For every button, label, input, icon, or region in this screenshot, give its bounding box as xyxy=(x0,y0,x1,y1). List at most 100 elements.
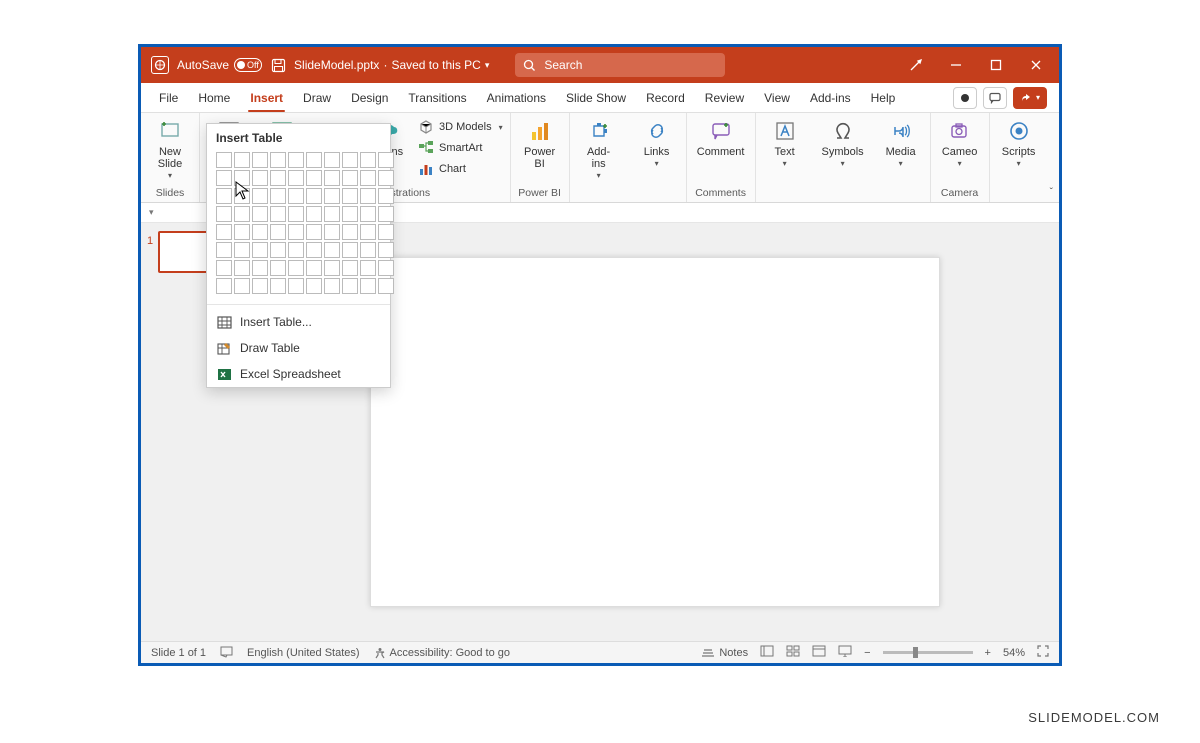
grid-cell[interactable] xyxy=(216,224,232,240)
grid-cell[interactable] xyxy=(306,224,322,240)
grid-cell[interactable] xyxy=(360,224,376,240)
grid-cell[interactable] xyxy=(324,278,340,294)
grid-cell[interactable] xyxy=(378,278,394,294)
save-icon[interactable] xyxy=(270,57,286,73)
grid-cell[interactable] xyxy=(324,170,340,186)
grid-cell[interactable] xyxy=(234,242,250,258)
tab-view[interactable]: View xyxy=(754,83,800,112)
grid-cell[interactable] xyxy=(252,206,268,222)
grid-cell[interactable] xyxy=(306,278,322,294)
chart-button[interactable]: Chart xyxy=(416,160,505,178)
grid-cell[interactable] xyxy=(252,188,268,204)
grid-cell[interactable] xyxy=(216,260,232,276)
grid-cell[interactable] xyxy=(378,170,394,186)
cameo-button[interactable]: Cameo▾ xyxy=(936,116,984,169)
grid-cell[interactable] xyxy=(252,224,268,240)
scripts-button[interactable]: Scripts▾ xyxy=(995,116,1043,169)
tab-help[interactable]: Help xyxy=(861,83,906,112)
grid-cell[interactable] xyxy=(252,278,268,294)
grid-cell[interactable] xyxy=(288,242,304,258)
grid-cell[interactable] xyxy=(270,224,286,240)
sorter-view-button[interactable] xyxy=(786,645,800,660)
grid-cell[interactable] xyxy=(234,260,250,276)
tab-animations[interactable]: Animations xyxy=(477,83,556,112)
zoom-slider[interactable] xyxy=(883,651,973,654)
grid-cell[interactable] xyxy=(252,170,268,186)
draw-table-menuitem[interactable]: Draw Table xyxy=(207,335,390,361)
new-slide-button[interactable]: New Slide▾ xyxy=(146,116,194,181)
grid-cell[interactable] xyxy=(270,170,286,186)
slideshow-view-button[interactable] xyxy=(838,645,852,660)
expand-button[interactable]: ▾ xyxy=(149,207,154,218)
insert-table-menuitem[interactable]: Insert Table... xyxy=(207,309,390,335)
grid-cell[interactable] xyxy=(342,188,358,204)
grid-cell[interactable] xyxy=(378,260,394,276)
grid-cell[interactable] xyxy=(252,260,268,276)
grid-cell[interactable] xyxy=(252,242,268,258)
fit-to-window-button[interactable] xyxy=(1037,645,1049,660)
grid-cell[interactable] xyxy=(252,152,268,168)
slide-canvas[interactable] xyxy=(370,257,940,607)
maximize-button[interactable] xyxy=(987,56,1005,74)
grid-cell[interactable] xyxy=(216,188,232,204)
grid-cell[interactable] xyxy=(270,152,286,168)
grid-cell[interactable] xyxy=(342,170,358,186)
grid-cell[interactable] xyxy=(342,278,358,294)
tryit-icon[interactable] xyxy=(907,56,925,74)
normal-view-button[interactable] xyxy=(760,645,774,660)
grid-cell[interactable] xyxy=(270,188,286,204)
share-button[interactable]: ▾ xyxy=(1013,87,1047,109)
power-bi-button[interactable]: Power BI xyxy=(516,116,564,170)
grid-cell[interactable] xyxy=(360,188,376,204)
accessibility-status[interactable]: Accessibility: Good to go xyxy=(374,647,510,659)
grid-cell[interactable] xyxy=(288,278,304,294)
grid-cell[interactable] xyxy=(306,206,322,222)
symbols-button[interactable]: Symbols▾ xyxy=(819,116,867,169)
tab-home[interactable]: Home xyxy=(188,83,240,112)
autosave-toggle[interactable]: AutoSave Off xyxy=(177,58,262,72)
grid-cell[interactable] xyxy=(216,242,232,258)
collapse-ribbon-button[interactable]: ˇ xyxy=(1050,187,1053,198)
zoom-level[interactable]: 54% xyxy=(1003,647,1025,659)
grid-cell[interactable] xyxy=(342,260,358,276)
grid-cell[interactable] xyxy=(324,188,340,204)
grid-cell[interactable] xyxy=(342,224,358,240)
grid-cell[interactable] xyxy=(360,242,376,258)
grid-cell[interactable] xyxy=(234,224,250,240)
grid-cell[interactable] xyxy=(216,170,232,186)
grid-cell[interactable] xyxy=(342,242,358,258)
grid-cell[interactable] xyxy=(288,152,304,168)
media-button[interactable]: Media▾ xyxy=(877,116,925,169)
comment-button[interactable]: Comment xyxy=(692,116,750,158)
grid-cell[interactable] xyxy=(324,242,340,258)
slide-counter[interactable]: Slide 1 of 1 xyxy=(151,647,206,659)
grid-cell[interactable] xyxy=(342,206,358,222)
language-status[interactable]: English (United States) xyxy=(247,647,360,659)
grid-cell[interactable] xyxy=(306,170,322,186)
tab-insert[interactable]: Insert xyxy=(240,83,293,112)
smartart-button[interactable]: SmartArt xyxy=(416,139,505,157)
grid-cell[interactable] xyxy=(288,260,304,276)
grid-cell[interactable] xyxy=(234,206,250,222)
document-title[interactable]: SlideModel.pptx · Saved to this PC ▾ xyxy=(294,58,489,72)
grid-cell[interactable] xyxy=(324,260,340,276)
grid-cell[interactable] xyxy=(288,188,304,204)
excel-spreadsheet-menuitem[interactable]: Excel Spreadsheet xyxy=(207,361,390,387)
table-size-grid[interactable] xyxy=(216,152,381,294)
tab-addins[interactable]: Add-ins xyxy=(800,83,861,112)
grid-cell[interactable] xyxy=(324,224,340,240)
tab-record[interactable]: Record xyxy=(636,83,695,112)
addins-button[interactable]: Add- ins▾ xyxy=(575,116,623,181)
language-icon[interactable] xyxy=(220,645,233,661)
grid-cell[interactable] xyxy=(360,278,376,294)
comments-pane-button[interactable] xyxy=(983,87,1007,109)
grid-cell[interactable] xyxy=(378,152,394,168)
grid-cell[interactable] xyxy=(234,152,250,168)
tab-transitions[interactable]: Transitions xyxy=(398,83,476,112)
tab-design[interactable]: Design xyxy=(341,83,398,112)
grid-cell[interactable] xyxy=(378,224,394,240)
grid-cell[interactable] xyxy=(288,224,304,240)
grid-cell[interactable] xyxy=(270,260,286,276)
reading-view-button[interactable] xyxy=(812,645,826,660)
grid-cell[interactable] xyxy=(306,188,322,204)
